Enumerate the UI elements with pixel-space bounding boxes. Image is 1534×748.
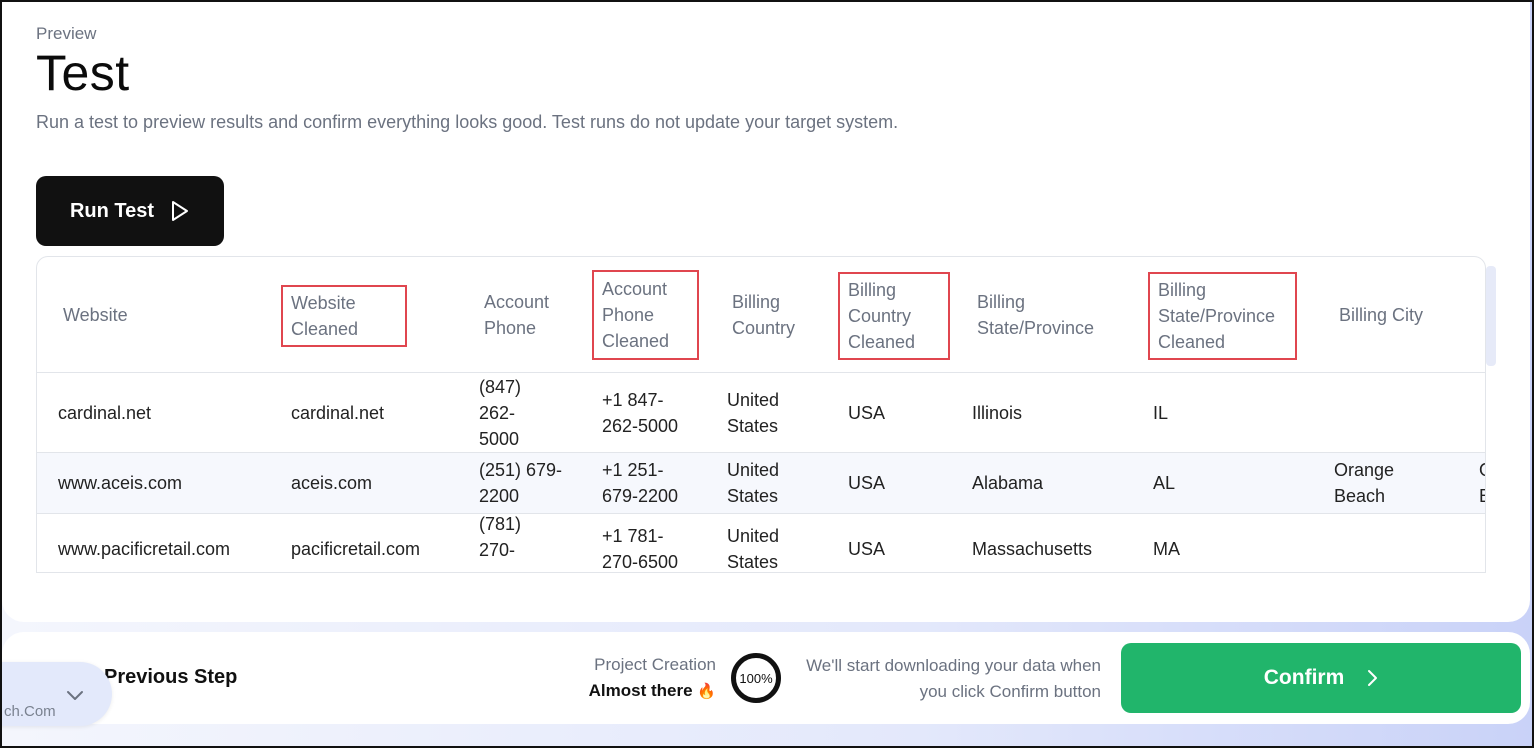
table-row[interactable]: cardinal.net cardinal.net (847) 262-5000… bbox=[37, 373, 1485, 453]
run-test-button[interactable]: Run Test bbox=[36, 176, 224, 246]
confirm-label: Confirm bbox=[1263, 666, 1345, 689]
page-subtitle: Run a test to preview results and confir… bbox=[36, 112, 899, 132]
cell-billing-country-cleaned: USA bbox=[848, 538, 886, 559]
cell-billing-city bbox=[1334, 373, 1434, 452]
column-header-billing-city: Billing City bbox=[1339, 305, 1424, 325]
cell-billing-country-cleaned: USA bbox=[848, 473, 886, 493]
table-row[interactable]: www.pacificretail.com pacificretail.com … bbox=[37, 514, 1485, 572]
cell-account-phone: (847) 262-5000 bbox=[479, 376, 522, 449]
column-header-website: Website bbox=[63, 305, 128, 325]
cell-overflow: O B bbox=[1479, 453, 1485, 513]
cell-billing-city: Orange Beach bbox=[1334, 460, 1395, 506]
cell-account-phone-cleaned: +1 847-262-5000 bbox=[602, 389, 679, 436]
previous-step-button[interactable]: Previous Step bbox=[104, 666, 237, 689]
cell-billing-state: Illinois bbox=[972, 402, 1023, 423]
cell-billing-state-cleaned: IL bbox=[1153, 402, 1169, 423]
table-scrollbar[interactable] bbox=[1486, 266, 1496, 366]
domain-popup-text: ch.Com bbox=[4, 703, 56, 720]
cell-billing-state: Alabama bbox=[972, 473, 1044, 493]
cell-billing-state-cleaned: AL bbox=[1153, 473, 1176, 493]
cell-website: cardinal.net bbox=[58, 402, 152, 423]
column-header-billing-state: Billing State/Province bbox=[977, 292, 1095, 338]
confirm-button[interactable]: Confirm bbox=[1121, 643, 1521, 713]
fire-icon: 🔥 bbox=[697, 683, 716, 700]
cell-billing-state-cleaned: MA bbox=[1153, 538, 1180, 559]
cell-website-cleaned: aceis.com bbox=[291, 473, 373, 493]
cell-website-cleaned: pacificretail.com bbox=[291, 538, 421, 559]
column-header-website-cleaned: Website Cleaned bbox=[281, 285, 407, 347]
cell-billing-country-cleaned: USA bbox=[848, 402, 886, 423]
progress-percent: 100% bbox=[739, 670, 773, 686]
project-creation-label: Project Creation bbox=[594, 655, 716, 674]
cell-account-phone: (781) 270- bbox=[479, 513, 522, 560]
cell-billing-country: United States bbox=[727, 525, 780, 572]
table-row[interactable]: www.aceis.com aceis.com (251) 679-2200 +… bbox=[37, 453, 1485, 514]
cell-account-phone-cleaned: +1 781-270-6500 bbox=[602, 525, 679, 572]
download-note: We'll start downloading your data when y… bbox=[806, 656, 1101, 701]
cell-billing-country: United States bbox=[727, 460, 780, 506]
cell-overflow bbox=[1479, 373, 1485, 452]
column-header-account-phone-cleaned: Account Phone Cleaned bbox=[592, 270, 699, 360]
cell-website: www.aceis.com bbox=[58, 473, 183, 493]
cell-website-cleaned: cardinal.net bbox=[291, 402, 385, 423]
play-icon bbox=[172, 201, 189, 221]
eyebrow-label: Preview bbox=[36, 24, 97, 43]
cell-billing-state: Massachusetts bbox=[972, 538, 1093, 559]
table-header: Website Website Cleaned Account Phone Ac… bbox=[37, 257, 1485, 373]
chevron-down-icon[interactable] bbox=[66, 690, 84, 702]
cell-billing-country: United States bbox=[727, 389, 780, 436]
column-header-billing-country: Billing Country bbox=[732, 292, 796, 338]
page-title: Test bbox=[36, 45, 130, 101]
column-header-billing-state-cleaned: Billing State/Province Cleaned bbox=[1148, 272, 1297, 360]
project-status: Almost there 🔥 bbox=[588, 681, 716, 700]
progress-ring: 100% bbox=[731, 653, 781, 703]
run-test-label: Run Test bbox=[69, 199, 155, 222]
cell-account-phone-cleaned: +1 251-679-2200 bbox=[602, 460, 679, 506]
cell-website: www.pacificretail.com bbox=[58, 538, 231, 559]
chevron-right-icon bbox=[1368, 670, 1378, 686]
column-header-billing-country-cleaned: Billing Country Cleaned bbox=[838, 272, 950, 360]
column-header-account-phone: Account Phone bbox=[484, 292, 550, 338]
preview-table: Website Website Cleaned Account Phone Ac… bbox=[36, 256, 1486, 573]
